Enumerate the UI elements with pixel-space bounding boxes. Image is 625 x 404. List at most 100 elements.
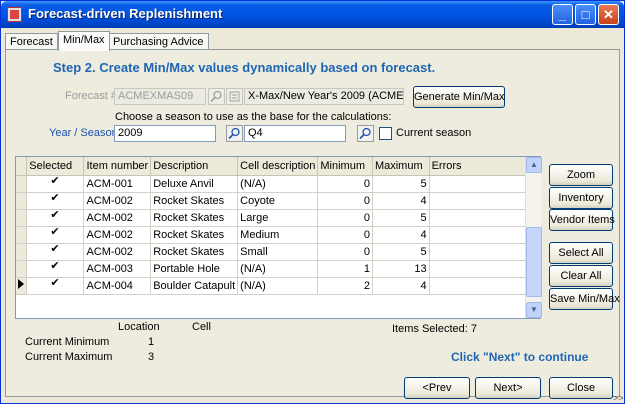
clear-all-button[interactable]: Clear All (549, 265, 613, 287)
description-cell[interactable]: Boulder Catapult (150, 277, 239, 295)
row-header[interactable] (16, 226, 28, 244)
description-cell[interactable]: Deluxe Anvil (150, 175, 239, 193)
selected-checkbox[interactable] (26, 175, 85, 193)
row-header[interactable] (16, 209, 28, 227)
errors-cell[interactable] (429, 260, 540, 278)
forecast-number-field[interactable]: ACMEXMAS09 (114, 88, 206, 105)
item-number-cell[interactable]: ACM-002 (83, 192, 152, 210)
maximum-cell[interactable]: 5 (372, 243, 430, 261)
item-number-cell[interactable]: ACM-002 (83, 209, 152, 227)
cell-description-cell[interactable]: (N/A) (237, 277, 319, 295)
save-minmax-button[interactable]: Save Min/Max (549, 288, 620, 310)
selected-checkbox[interactable] (26, 243, 85, 261)
cell-description-cell[interactable]: Large (237, 209, 319, 227)
description-cell[interactable]: Rocket Skates (150, 226, 239, 244)
close-window-button[interactable]: ✕ (598, 4, 619, 25)
selected-checkbox[interactable] (26, 209, 85, 227)
minimum-cell[interactable]: 1 (317, 260, 373, 278)
scroll-up-icon[interactable]: ▲ (526, 157, 542, 173)
maximize-button[interactable]: □ (575, 4, 596, 25)
item-number-cell[interactable]: ACM-002 (83, 226, 152, 244)
description-cell[interactable]: Rocket Skates (150, 243, 239, 261)
season-lookup-icon[interactable] (357, 125, 374, 142)
inventory-button[interactable]: Inventory (549, 187, 613, 209)
col-header-description[interactable]: Description (150, 157, 239, 176)
forecast-details-icon[interactable] (226, 88, 243, 105)
errors-cell[interactable] (429, 226, 540, 244)
maximum-cell[interactable]: 4 (372, 192, 430, 210)
col-header-minimum[interactable]: Minimum (317, 157, 373, 176)
cell-description-cell[interactable]: (N/A) (237, 175, 319, 193)
prev-button[interactable]: <Prev (404, 377, 470, 399)
col-header-selected[interactable]: Selected (26, 157, 85, 176)
generate-minmax-button[interactable]: Generate Min/Max (413, 86, 505, 108)
row-header[interactable] (16, 260, 28, 278)
minimum-cell[interactable]: 0 (317, 243, 373, 261)
minimum-cell[interactable]: 2 (317, 277, 373, 295)
maximum-cell[interactable]: 5 (372, 175, 430, 193)
table-row[interactable]: ACM-002Rocket SkatesCoyote04 (16, 192, 540, 210)
zoom-button[interactable]: Zoom (549, 164, 613, 186)
minimum-cell[interactable]: 0 (317, 192, 373, 210)
table-row[interactable]: ACM-004Boulder Catapult(N/A)24 (16, 277, 540, 295)
scroll-thumb[interactable] (526, 227, 542, 297)
forecast-lookup-icon[interactable] (208, 88, 225, 105)
description-cell[interactable]: Rocket Skates (150, 209, 239, 227)
cell-description-cell[interactable]: Small (237, 243, 319, 261)
select-all-button[interactable]: Select All (549, 242, 613, 264)
table-row[interactable]: ACM-001Deluxe Anvil(N/A)05 (16, 175, 540, 193)
col-header-maximum[interactable]: Maximum (372, 157, 430, 176)
scroll-down-icon[interactable]: ▼ (526, 302, 542, 318)
table-row[interactable]: ACM-002Rocket SkatesLarge05 (16, 209, 540, 227)
minimize-button[interactable]: _ (552, 4, 573, 25)
cell-description-cell[interactable]: (N/A) (237, 260, 319, 278)
next-button[interactable]: Next> (475, 377, 541, 399)
current-season-checkbox[interactable] (379, 127, 392, 140)
selected-checkbox[interactable] (26, 260, 85, 278)
table-row[interactable]: ACM-003Portable Hole(N/A)113 (16, 260, 540, 278)
close-button[interactable]: Close (549, 377, 613, 399)
errors-cell[interactable] (429, 243, 540, 261)
description-cell[interactable]: Rocket Skates (150, 192, 239, 210)
title-bar[interactable]: Forecast-driven Replenishment _ □ ✕ (1, 1, 624, 28)
minimum-cell[interactable]: 0 (317, 175, 373, 193)
tab-minmax[interactable]: Min/Max (58, 31, 110, 51)
row-header[interactable] (16, 175, 28, 193)
item-number-cell[interactable]: ACM-004 (83, 277, 152, 295)
col-header-cell-description[interactable]: Cell description (237, 157, 319, 176)
vendor-items-button[interactable]: Vendor Items (549, 209, 615, 231)
minimum-cell[interactable]: 0 (317, 226, 373, 244)
grid-vertical-scrollbar[interactable]: ▲ ▼ (525, 157, 542, 318)
cell-description-cell[interactable]: Coyote (237, 192, 319, 210)
row-header[interactable] (16, 243, 28, 261)
year-lookup-icon[interactable] (226, 125, 243, 142)
year-field[interactable]: 2009 (114, 125, 216, 142)
selected-checkbox[interactable] (26, 277, 85, 295)
tab-forecast[interactable]: Forecast (5, 33, 58, 50)
description-cell[interactable]: Portable Hole (150, 260, 239, 278)
errors-cell[interactable] (429, 192, 540, 210)
maximum-cell[interactable]: 5 (372, 209, 430, 227)
season-field[interactable]: Q4 (244, 125, 346, 142)
minimum-cell[interactable]: 0 (317, 209, 373, 227)
errors-cell[interactable] (429, 277, 540, 295)
tab-purchasing-advice[interactable]: Purchasing Advice (108, 33, 209, 50)
errors-cell[interactable] (429, 175, 540, 193)
table-row[interactable]: ACM-002Rocket SkatesMedium04 (16, 226, 540, 244)
selected-checkbox[interactable] (26, 192, 85, 210)
errors-cell[interactable] (429, 209, 540, 227)
table-row[interactable]: ACM-002Rocket SkatesSmall05 (16, 243, 540, 261)
col-header-errors[interactable]: Errors (429, 157, 540, 176)
overflow-chevron-icon[interactable]: >> (613, 393, 624, 403)
selected-checkbox[interactable] (26, 226, 85, 244)
item-number-cell[interactable]: ACM-002 (83, 243, 152, 261)
item-number-cell[interactable]: ACM-001 (83, 175, 152, 193)
maximum-cell[interactable]: 13 (372, 260, 430, 278)
maximum-cell[interactable]: 4 (372, 226, 430, 244)
row-header[interactable] (16, 192, 28, 210)
item-number-cell[interactable]: ACM-003 (83, 260, 152, 278)
maximum-cell[interactable]: 4 (372, 277, 430, 295)
cell-description-cell[interactable]: Medium (237, 226, 319, 244)
col-header-item-number[interactable]: Item number (83, 157, 152, 176)
current-row-pointer-icon[interactable] (16, 277, 28, 295)
